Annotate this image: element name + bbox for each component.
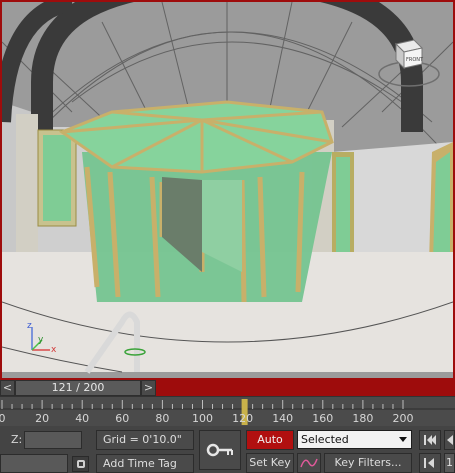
track-bar-ticks <box>0 399 455 425</box>
time-tag-icon[interactable] <box>72 456 89 472</box>
time-slider[interactable]: < 121 / 200 > <box>0 380 455 396</box>
time-slider-thumb[interactable]: 121 / 200 <box>15 380 141 396</box>
set-key-large-button[interactable] <box>199 430 241 470</box>
max-window: z y x FRONT < 121 / 200 > 0 20 40 60 80 100 12… <box>0 0 455 473</box>
time-slider-prev-button[interactable]: < <box>0 380 15 396</box>
track-tick-label: 60 <box>115 412 130 425</box>
track-tick-label: 100 <box>192 412 213 425</box>
goto-start-icon <box>424 435 436 445</box>
key-icon <box>206 443 233 457</box>
key-mode-value: Selected <box>301 433 349 446</box>
prompt-line-field[interactable] <box>0 454 68 473</box>
axis-y-label: y <box>38 335 44 345</box>
time-slider-next-button[interactable]: > <box>141 380 156 396</box>
key-mode-select[interactable]: Selected <box>297 430 412 449</box>
track-bar[interactable]: 0 20 40 60 80 100 120 140 160 180 200 <box>0 396 455 426</box>
key-mode-icon <box>424 458 434 468</box>
curve-icon <box>300 458 318 468</box>
z-label: Z: <box>11 433 23 446</box>
track-tick-label: 0 <box>0 412 6 425</box>
track-tick-label: 140 <box>272 412 294 425</box>
axis-x-label: x <box>51 345 57 355</box>
viewcube-label: FRONT <box>406 57 424 63</box>
current-frame-field[interactable]: 1 <box>444 453 455 473</box>
grid-spacing-display: Grid = 0'10.0" <box>96 430 194 450</box>
key-filters-button[interactable]: Key Filters... <box>324 453 412 473</box>
dropdown-arrow-icon <box>399 437 407 442</box>
track-tick-label: 120 <box>232 412 254 425</box>
prev-key-button[interactable] <box>444 430 455 450</box>
add-time-tag-button[interactable]: Add Time Tag <box>96 454 194 473</box>
axis-z-label: z <box>27 321 32 331</box>
goto-start-button[interactable] <box>419 430 441 450</box>
status-bar: Z: Grid = 0'10.0" Add Time Tag Auto Key … <box>0 426 455 473</box>
track-tick-label: 80 <box>155 412 170 425</box>
set-key-button[interactable]: Set Key <box>246 453 294 473</box>
prev-key-icon <box>447 435 453 445</box>
track-tick-label: 160 <box>312 412 334 425</box>
z-coordinate-field[interactable] <box>24 431 82 449</box>
auto-key-button[interactable]: Auto Key <box>246 430 294 464</box>
track-tick-label: 180 <box>352 412 374 425</box>
viewcube-icon[interactable]: FRONT <box>374 36 444 96</box>
track-tick-label: 200 <box>392 412 414 425</box>
curve-editor-button[interactable] <box>297 453 321 473</box>
key-mode-toggle-button[interactable] <box>419 453 441 473</box>
track-tick-label: 40 <box>75 412 90 425</box>
track-tick-label: 20 <box>35 412 50 425</box>
perspective-viewport[interactable]: z y x FRONT <box>0 0 455 380</box>
